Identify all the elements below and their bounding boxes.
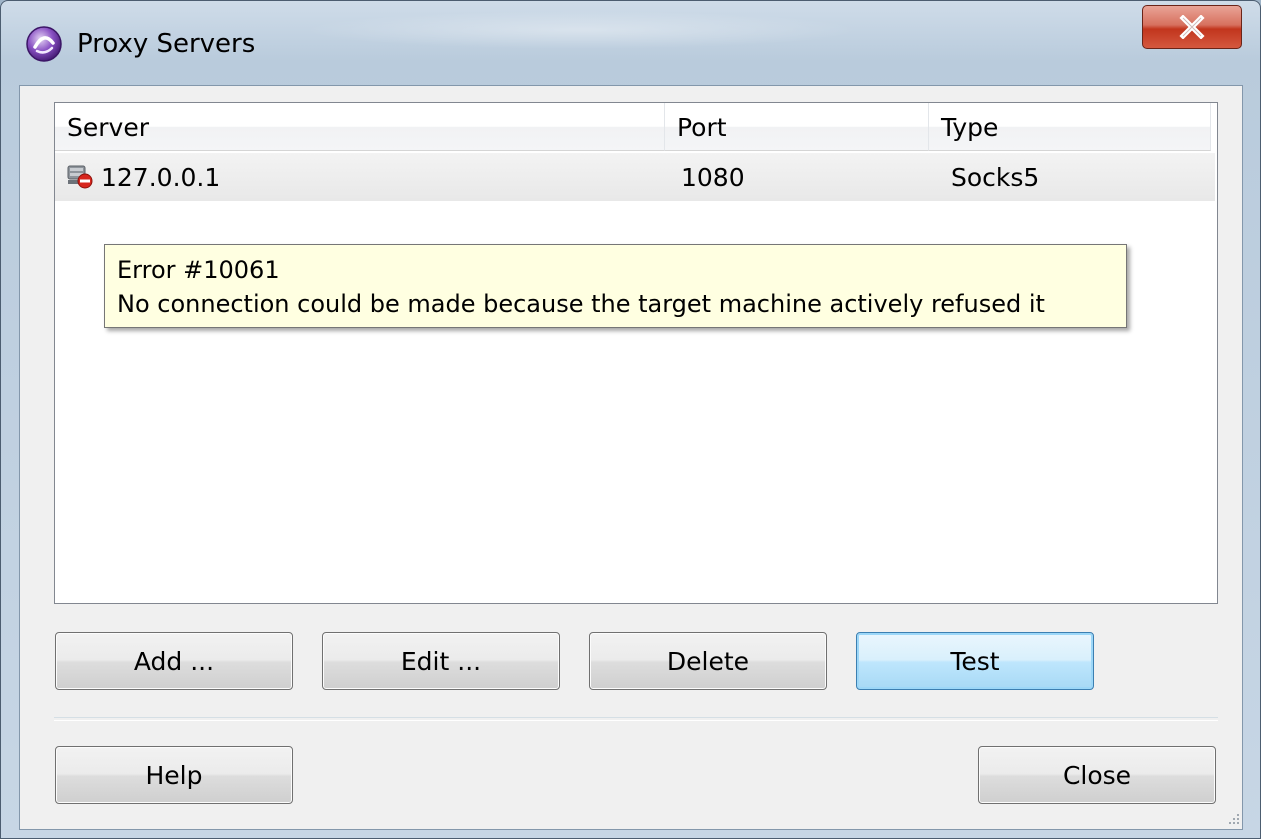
close-icon <box>1179 15 1205 39</box>
row-server: 127.0.0.1 <box>101 163 221 192</box>
delete-button[interactable]: Delete <box>589 632 827 690</box>
server-error-icon <box>67 165 93 189</box>
table-row[interactable]: 127.0.0.1 1080 Socks5 <box>55 153 1215 201</box>
title-bar[interactable]: Proxy Servers <box>1 1 1260 85</box>
row-type: Socks5 <box>951 163 1040 192</box>
proxifier-app-icon <box>26 26 62 62</box>
window-close-button[interactable] <box>1142 5 1242 49</box>
proxy-servers-dialog: Proxy Servers Server Port Type 127.0.0.1… <box>0 0 1261 839</box>
column-header-type[interactable]: Type <box>929 103 1211 151</box>
list-header: Server Port Type <box>55 103 1217 151</box>
proxy-server-list[interactable]: Server Port Type 127.0.0.1 1080 Socks5 <box>54 102 1218 604</box>
resize-grip-icon[interactable] <box>1226 811 1240 825</box>
separator <box>54 717 1218 721</box>
add-button[interactable]: Add ... <box>55 632 293 690</box>
window-title: Proxy Servers <box>77 29 256 59</box>
test-button[interactable]: Test <box>856 632 1094 690</box>
tooltip-error-code: Error #10061 <box>117 256 280 284</box>
column-header-port[interactable]: Port <box>665 103 929 151</box>
column-header-server[interactable]: Server <box>55 103 665 151</box>
close-button[interactable]: Close <box>978 746 1216 804</box>
tooltip-error-message: No connection could be made because the … <box>117 290 1045 318</box>
error-tooltip: Error #10061 No connection could be made… <box>104 244 1127 328</box>
help-button[interactable]: Help <box>55 746 293 804</box>
row-port: 1080 <box>681 163 745 192</box>
dialog-client-area: Server Port Type 127.0.0.1 1080 Socks5 A… <box>19 85 1243 830</box>
title-bar-glare <box>301 11 861 49</box>
edit-button[interactable]: Edit ... <box>322 632 560 690</box>
